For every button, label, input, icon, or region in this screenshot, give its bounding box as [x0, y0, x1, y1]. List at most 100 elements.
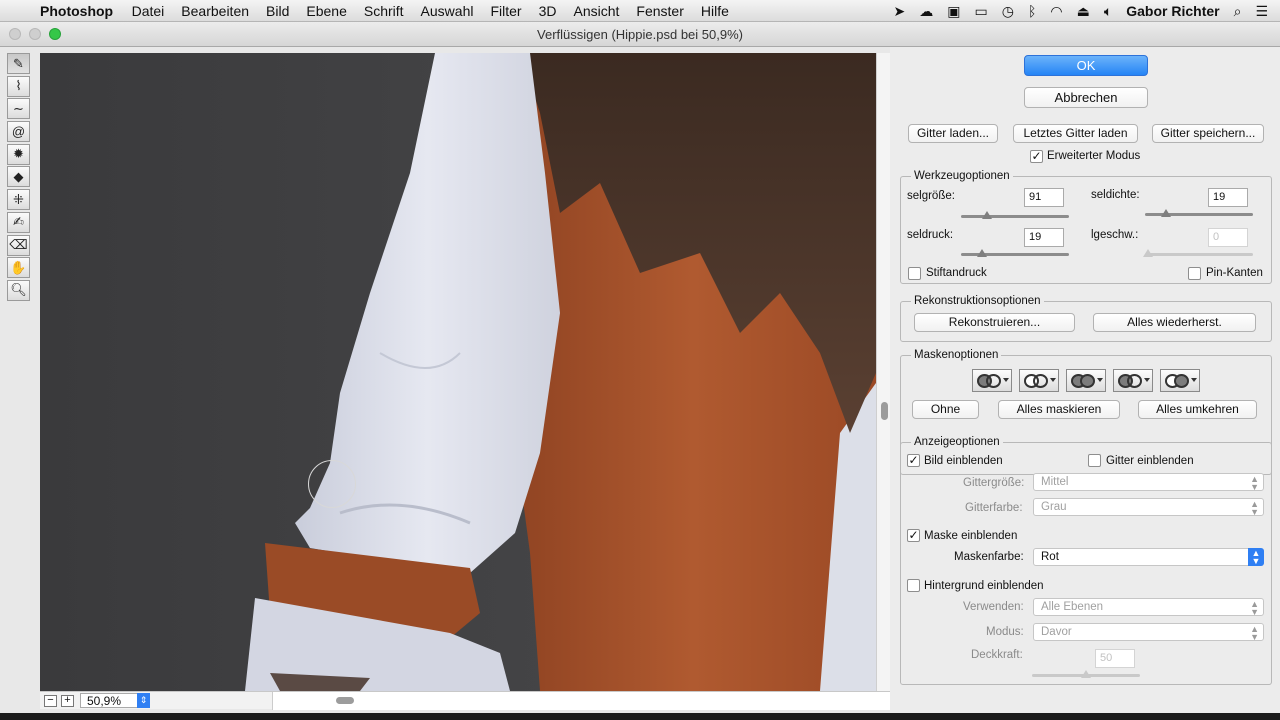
horizontal-scrollbar[interactable]	[272, 692, 890, 710]
user-name[interactable]: Gabor Richter	[1126, 3, 1219, 19]
airplay-icon[interactable]: ▭	[975, 3, 988, 20]
zoom-in-button[interactable]: +	[61, 694, 74, 707]
load-last-mesh-button[interactable]: Letztes Gitter laden	[1013, 124, 1138, 143]
ok-button[interactable]: OK	[1024, 55, 1148, 76]
menu-fenster[interactable]: Fenster	[628, 3, 692, 19]
menu-filter[interactable]: Filter	[482, 3, 530, 19]
opacity-input[interactable]: 50	[1095, 649, 1135, 668]
vertical-scroll-thumb[interactable]	[881, 402, 888, 420]
horizontal-scroll-thumb[interactable]	[336, 697, 354, 704]
arrow-icon[interactable]: ➤	[894, 3, 906, 20]
save-mesh-button[interactable]: Gitter speichern...	[1152, 124, 1264, 143]
menu-ansicht[interactable]: Ansicht	[565, 3, 628, 19]
stylus-pressure-checkbox[interactable]	[908, 267, 921, 280]
restore-all-button[interactable]: Alles wiederherst.	[1093, 313, 1256, 332]
brush-rate-slider-knob[interactable]	[1143, 249, 1154, 257]
brush-density-input[interactable]: 19	[1208, 188, 1248, 207]
chevron-updown-icon: ▲ ▼	[1250, 499, 1259, 517]
smooth-tool-icon[interactable]: ∼	[7, 98, 30, 120]
zoom-window-button[interactable]	[49, 28, 61, 40]
mask-intersect-button[interactable]	[1113, 369, 1153, 392]
time-machine-icon[interactable]: ◷	[1002, 3, 1014, 20]
reconstruct-tool-icon[interactable]: ⌇	[7, 75, 30, 97]
menu-bearbeiten[interactable]: Bearbeiten	[173, 3, 258, 19]
reconstruct-button[interactable]: Rekonstruieren...	[914, 313, 1075, 332]
chevron-down-icon	[1003, 378, 1009, 382]
mask-color-select[interactable]: Rot ▲ ▼	[1033, 548, 1264, 566]
notification-list-icon[interactable]: ☰	[1255, 3, 1268, 20]
show-backdrop-checkbox[interactable]	[907, 579, 920, 592]
display-icon[interactable]: ▣	[947, 3, 960, 20]
opacity-label: Deckkraft:	[971, 649, 1023, 661]
mask-options-title: Maskenoptionen	[911, 348, 1002, 362]
menubar: Photoshop Datei Bearbeiten Bild Ebene Sc…	[0, 0, 1280, 22]
forward-warp-tool-icon[interactable]: ✎	[7, 53, 30, 74]
menu-app-name[interactable]: Photoshop	[40, 3, 123, 19]
menu-bild[interactable]: Bild	[258, 3, 298, 19]
brush-pressure-slider[interactable]	[961, 249, 1069, 257]
menu-schrift[interactable]: Schrift	[355, 3, 412, 19]
opacity-slider-knob[interactable]	[1081, 670, 1091, 678]
show-mask-checkbox[interactable]: ✓	[907, 529, 920, 542]
show-image-label: Bild einblenden	[924, 455, 1003, 467]
stylus-pressure-label: Stiftandruck	[926, 267, 987, 279]
bloat-tool-icon[interactable]: ◆	[7, 166, 30, 188]
thaw-mask-tool-icon[interactable]: ⌫	[7, 234, 30, 256]
menu-ebene[interactable]: Ebene	[298, 3, 355, 19]
minimize-window-button[interactable]	[29, 28, 41, 40]
eject-icon[interactable]: ⏏	[1077, 3, 1090, 20]
menu-datei[interactable]: Datei	[123, 3, 173, 19]
brush-size-input[interactable]: 91	[1024, 188, 1064, 207]
wifi-icon[interactable]: ◠	[1050, 3, 1062, 20]
mesh-color-select[interactable]: Grau ▲ ▼	[1033, 498, 1264, 517]
brush-size-slider-knob[interactable]	[981, 211, 992, 219]
menu-hilfe[interactable]: Hilfe	[692, 3, 737, 19]
dock-strip	[0, 713, 1280, 720]
mask-none-button[interactable]: Ohne	[912, 400, 979, 419]
zoom-out-button[interactable]: −	[44, 694, 57, 707]
brush-rate-slider[interactable]	[1143, 249, 1253, 257]
mask-replace-button[interactable]	[972, 369, 1012, 392]
load-mesh-button[interactable]: Gitter laden...	[908, 124, 998, 143]
twirl-tool-icon[interactable]: @	[7, 121, 30, 143]
bluetooth-icon[interactable]: ᛒ	[1028, 3, 1036, 19]
advanced-mode-checkbox[interactable]: ✓	[1030, 150, 1043, 163]
use-layers-select[interactable]: Alle Ebenen ▲ ▼	[1033, 598, 1264, 617]
pin-edges-checkbox[interactable]	[1188, 267, 1201, 280]
zoom-tool-icon[interactable]: 🔍︎	[7, 279, 30, 301]
spotlight-icon[interactable]: ⌕	[1234, 3, 1242, 20]
invert-all-button[interactable]: Alles umkehren	[1138, 400, 1257, 419]
brush-density-label: seldichte:	[1091, 189, 1140, 201]
brush-density-slider[interactable]	[1145, 209, 1253, 217]
image-canvas[interactable]	[40, 53, 876, 691]
zoom-stepper-icon[interactable]: ⇕	[137, 693, 150, 708]
show-mesh-checkbox[interactable]	[1088, 454, 1101, 467]
cancel-button[interactable]: Abbrechen	[1024, 87, 1148, 108]
brush-pressure-slider-knob[interactable]	[976, 249, 987, 257]
vertical-scrollbar[interactable]	[876, 53, 890, 691]
mesh-size-select[interactable]: Mittel ▲ ▼	[1033, 473, 1264, 492]
volume-icon[interactable]: 🔈︎	[1104, 3, 1112, 20]
cloud-icon[interactable]: ☁	[919, 3, 933, 20]
mask-add-button[interactable]	[1019, 369, 1059, 392]
zoom-level-value: 50,9%	[87, 693, 122, 708]
brush-density-slider-knob[interactable]	[1160, 209, 1171, 217]
freeze-mask-tool-icon[interactable]: ✍	[7, 211, 30, 233]
menu-3d[interactable]: 3D	[530, 3, 565, 19]
mask-subtract-button[interactable]	[1066, 369, 1106, 392]
pucker-tool-icon[interactable]: ✹	[7, 143, 30, 165]
mask-all-button[interactable]: Alles maskieren	[998, 400, 1120, 419]
brush-pressure-input[interactable]: 19	[1024, 228, 1064, 247]
show-image-checkbox[interactable]: ✓	[907, 454, 920, 467]
zoom-level-select[interactable]: 50,9% ⇕	[80, 693, 150, 708]
push-left-tool-icon[interactable]: ⁜	[7, 189, 30, 211]
opacity-slider[interactable]	[1032, 670, 1140, 678]
mask-invert-button[interactable]	[1160, 369, 1200, 392]
chevron-updown-icon: ▲ ▼	[1250, 599, 1259, 617]
hand-tool-icon[interactable]: ✋	[7, 257, 30, 279]
menu-auswahl[interactable]: Auswahl	[412, 3, 482, 19]
brush-size-slider[interactable]	[961, 211, 1069, 219]
close-window-button[interactable]	[9, 28, 21, 40]
mode-select[interactable]: Davor ▲ ▼	[1033, 623, 1264, 642]
brush-rate-input[interactable]: 0	[1208, 228, 1248, 247]
